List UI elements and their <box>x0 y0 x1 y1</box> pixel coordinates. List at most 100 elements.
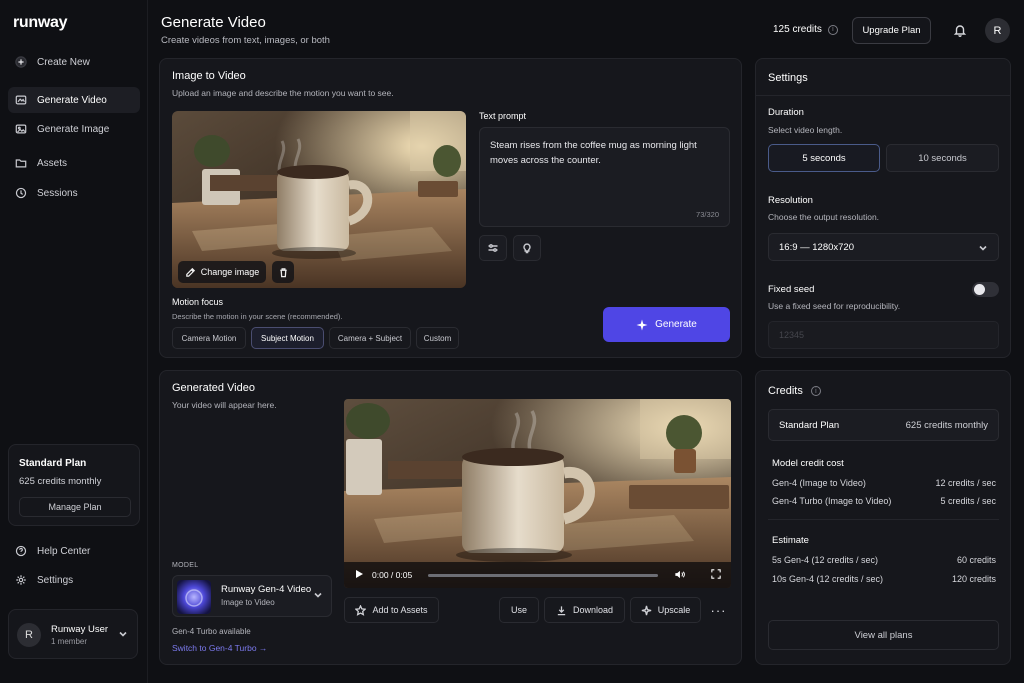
seed-input[interactable]: 12345 <box>768 321 999 349</box>
upgrade-plan-button[interactable]: Upgrade Plan <box>852 17 931 44</box>
model-cost-row: Gen-4 Turbo (Image to Video) 5 credits /… <box>772 496 996 506</box>
generate-button[interactable]: Generate <box>603 307 730 342</box>
star-icon <box>355 604 367 616</box>
video-progress-track[interactable] <box>428 573 658 577</box>
generated-video-panel: Generated Video Your video will appear h… <box>159 370 742 665</box>
prompt-char-count: 73/320 <box>696 210 719 219</box>
model-mode: Image to Video <box>221 598 275 607</box>
avatar[interactable]: R <box>985 18 1010 43</box>
change-image-button[interactable]: Change image <box>178 261 266 283</box>
sparkle-icon <box>636 319 648 330</box>
video-icon <box>14 93 28 107</box>
sidebar-item-create-new[interactable]: Create New <box>8 49 140 75</box>
estimate-row: 10s Gen-4 (12 credits / sec) 120 credits <box>772 574 996 584</box>
prompt-settings-button[interactable] <box>479 235 507 261</box>
duration-label: Duration <box>768 107 804 118</box>
model-name: Runway Gen-4 Video <box>221 584 312 595</box>
prompt-label: Text prompt <box>479 111 527 121</box>
use-button[interactable]: Use <box>499 597 539 623</box>
sidebar-item-label: Help Center <box>37 545 91 557</box>
plan-title: Standard Plan <box>19 458 87 469</box>
user-name: Runway User <box>51 624 109 635</box>
divider <box>756 95 1010 96</box>
video-frame <box>344 399 731 588</box>
history-icon <box>14 186 28 200</box>
sidebar-item-label: Generate Image <box>37 123 110 135</box>
sidebar-item-generate-image[interactable]: Generate Image <box>8 116 140 142</box>
prompt-textarea[interactable]: Steam rises from the coffee mug as morni… <box>479 127 730 227</box>
app-root: runway Create New Generate Video Generat… <box>0 0 1024 683</box>
chip-custom[interactable]: Custom <box>416 327 459 349</box>
plan-credits: 625 credits monthly <box>19 476 102 487</box>
delete-image-button[interactable] <box>272 261 294 283</box>
panel-subtitle: Your video will appear here. <box>172 400 277 410</box>
model-selector[interactable]: Runway Gen-4 Video Image to Video <box>172 575 332 617</box>
sidebar-item-settings[interactable]: Settings <box>8 567 140 593</box>
resolution-value: 16:9 — 1280x720 <box>779 241 855 253</box>
model-cost-label: Model credit cost <box>772 458 844 469</box>
sidebar-item-generate-video[interactable]: Generate Video <box>8 87 140 113</box>
sidebar: runway Create New Generate Video Generat… <box>0 0 148 683</box>
manage-plan-button[interactable]: Manage Plan <box>19 497 131 517</box>
source-image[interactable]: Change image <box>172 111 466 288</box>
sparkle-icon <box>641 605 651 615</box>
user-menu[interactable]: R Runway User 1 member <box>8 609 138 659</box>
prompt-ideas-button[interactable] <box>513 235 541 261</box>
image-icon <box>14 122 28 136</box>
duration-5s-option[interactable]: 5 seconds <box>768 144 880 172</box>
lightbulb-icon <box>523 243 531 254</box>
panel-subtitle: Upload an image and describe the motion … <box>172 88 394 98</box>
fixed-seed-label: Fixed seed <box>768 284 815 295</box>
chip-camera-subject[interactable]: Camera + Subject <box>329 327 411 349</box>
sidebar-item-label: Create New <box>37 56 90 68</box>
duration-10s-option[interactable]: 10 seconds <box>886 144 999 172</box>
play-icon[interactable] <box>354 569 364 581</box>
plan-credits: 625 credits monthly <box>905 419 988 431</box>
more-icon: ··· <box>710 602 727 618</box>
divider <box>768 519 999 520</box>
fullscreen-icon[interactable] <box>711 569 721 581</box>
chip-camera-motion[interactable]: Camera Motion <box>172 327 246 349</box>
model-cost-row: Gen-4 (Image to Video) 12 credits / sec <box>772 478 996 488</box>
runway-logo[interactable]: runway <box>13 14 68 32</box>
chip-subject-motion[interactable]: Subject Motion <box>251 327 324 349</box>
sidebar-item-assets[interactable]: Assets <box>8 150 140 176</box>
more-options-button[interactable]: ··· <box>706 597 731 623</box>
add-to-assets-label: Add to Assets <box>372 605 428 615</box>
video-time: 0:00 / 0:05 <box>372 570 413 580</box>
plan-name: Standard Plan <box>779 419 840 431</box>
info-icon[interactable]: i <box>827 24 838 35</box>
switch-turbo-link[interactable]: Switch to Gen-4 Turbo → <box>172 643 267 653</box>
resolution-label: Resolution <box>768 195 813 206</box>
estimate-label: Estimate <box>772 535 809 546</box>
add-to-assets-button[interactable]: Add to Assets <box>344 597 439 623</box>
estimate-value: 120 credits <box>951 574 996 584</box>
fixed-seed-toggle[interactable] <box>972 282 999 297</box>
turbo-available-text: Gen-4 Turbo available <box>172 627 251 636</box>
resolution-sub: Choose the output resolution. <box>768 212 880 222</box>
chevron-down-icon <box>978 243 988 256</box>
download-label: Download <box>572 605 614 615</box>
credits-panel: Credits i Standard Plan 625 credits mont… <box>755 370 1011 665</box>
generate-label: Generate <box>655 319 697 330</box>
plus-icon <box>14 55 28 69</box>
sidebar-item-sessions[interactable]: Sessions <box>8 180 140 206</box>
model-cost-name: Gen-4 (Image to Video) <box>772 478 866 488</box>
info-icon[interactable]: i <box>810 386 821 396</box>
download-button[interactable]: Download <box>544 597 625 623</box>
duration-sub: Select video length. <box>768 125 843 135</box>
user-members: 1 member <box>51 637 88 646</box>
sidebar-item-label: Sessions <box>37 187 78 199</box>
view-all-plans-button[interactable]: View all plans <box>768 620 999 650</box>
panel-title: Image to Video <box>172 70 246 82</box>
resolution-select[interactable]: 16:9 — 1280x720 <box>768 233 999 261</box>
volume-icon[interactable] <box>674 569 685 582</box>
sidebar-item-help-center[interactable]: Help Center <box>8 538 140 564</box>
chevron-down-icon <box>118 629 128 642</box>
motion-focus-sub: Describe the motion in your scene (recom… <box>172 312 343 321</box>
video-player[interactable]: 0:00 / 0:05 <box>344 399 731 588</box>
page-title: Generate Video <box>161 14 266 31</box>
upscale-button[interactable]: Upscale <box>630 597 701 623</box>
bell-icon[interactable] <box>953 23 968 38</box>
prompt-text: Steam rises from the coffee mug as morni… <box>490 140 697 166</box>
